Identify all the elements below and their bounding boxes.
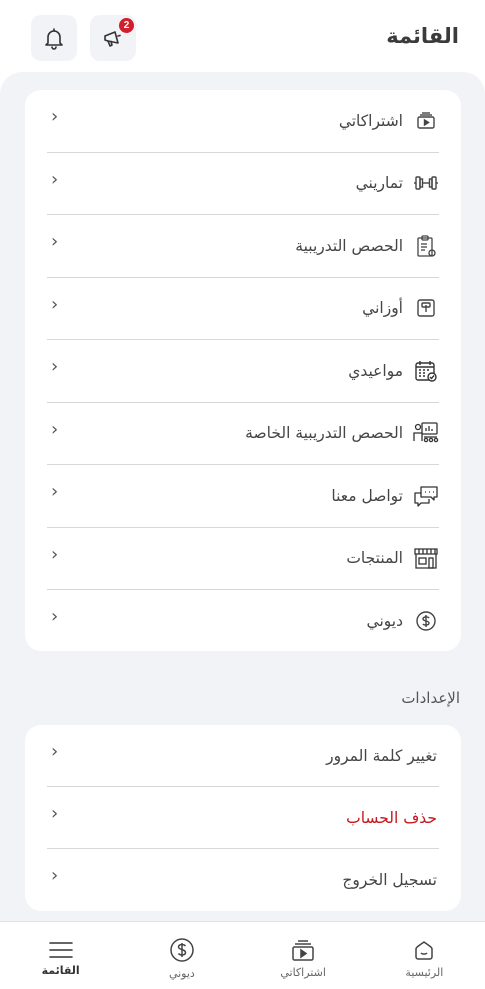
settings-section-title: الإعدادات — [401, 689, 460, 707]
menu-item-products[interactable]: المنتجات ‹ — [47, 528, 439, 590]
menu-item-label: مواعيدي — [348, 361, 403, 380]
menu-item-workouts[interactable]: تماريني ‹ — [47, 153, 439, 215]
announcements-badge: 2 — [119, 18, 134, 33]
chevron-left-icon: ‹ — [51, 803, 59, 824]
menu-item-label: اشتراكاتي — [338, 111, 403, 130]
menu-card: اشتراكاتي ‹ تماريني ‹ الحصص التدريبية ‹ … — [25, 90, 461, 651]
settings-item-change-password[interactable]: تغيير كلمة المرور ‹ — [47, 725, 439, 787]
clipboard-icon — [413, 233, 439, 259]
settings-item-label: تسجيل الخروج — [342, 871, 437, 889]
settings-card: تغيير كلمة المرور ‹ حذف الحساب ‹ تسجيل ا… — [25, 725, 461, 911]
menu-item-label: المنتجات — [346, 549, 403, 568]
content-area: اشتراكاتي ‹ تماريني ‹ الحصص التدريبية ‹ … — [0, 72, 485, 921]
chevron-left-icon: ‹ — [51, 481, 59, 502]
nav-item-debts[interactable]: ديوني — [121, 922, 242, 989]
settings-item-label: تغيير كلمة المرور — [326, 746, 437, 765]
menu-item-label: الحصص التدريبية الخاصة — [245, 424, 403, 443]
chevron-left-icon: ‹ — [51, 741, 59, 762]
chat-icon — [413, 483, 439, 509]
settings-item-delete-account[interactable]: حذف الحساب ‹ — [47, 787, 439, 849]
menu-item-training-classes[interactable]: الحصص التدريبية ‹ — [47, 215, 439, 278]
chevron-left-icon: ‹ — [51, 356, 59, 377]
settings-item-logout[interactable]: تسجيل الخروج ‹ — [47, 849, 439, 911]
chevron-left-icon: ‹ — [51, 231, 59, 252]
menu-item-appointments[interactable]: مواعيدي ‹ — [47, 340, 439, 403]
chevron-left-icon: ‹ — [51, 418, 59, 440]
subscriptions-icon — [413, 108, 439, 134]
menu-item-label: ديوني — [366, 612, 403, 631]
menu-item-label: أوزاني — [362, 299, 403, 318]
dumbbell-icon — [413, 170, 439, 196]
menu-item-label: تواصل معنا — [331, 486, 403, 505]
menu-item-private-classes[interactable]: الحصص التدريبية الخاصة ‹ — [47, 403, 439, 465]
menu-item-subscriptions[interactable]: اشتراكاتي ‹ — [47, 90, 439, 153]
chevron-left-icon: ‹ — [51, 168, 59, 190]
chevron-left-icon: ‹ — [51, 606, 59, 627]
menu-item-contact-us[interactable]: تواصل معنا ‹ — [47, 465, 439, 528]
nav-item-home[interactable]: الرئيسية — [364, 922, 485, 989]
notifications-button[interactable] — [31, 15, 77, 61]
chevron-left-icon: ‹ — [51, 865, 59, 886]
bottom-navigation: القائمة ديوني اشتراكاتي الرئيسية — [0, 921, 485, 989]
app-header: القائمة 2 — [0, 0, 485, 74]
nav-item-subscriptions[interactable]: اشتراكاتي — [243, 922, 364, 989]
settings-item-label: حذف الحساب — [346, 808, 437, 827]
scale-icon — [413, 295, 439, 321]
nav-label: القائمة — [41, 964, 80, 977]
announcements-button[interactable]: 2 — [90, 15, 136, 61]
nav-label: ديوني — [168, 967, 195, 980]
page-title: القائمة — [386, 24, 459, 48]
chevron-left-icon: ‹ — [51, 106, 59, 127]
home-icon — [412, 938, 436, 962]
menu-item-label: الحصص التدريبية — [295, 236, 403, 255]
menu-item-debts[interactable]: ديوني ‹ — [47, 590, 439, 653]
nav-label: اشتراكاتي — [280, 966, 326, 979]
calendar-icon — [413, 358, 439, 384]
dollar-icon — [169, 937, 195, 963]
menu-item-weights[interactable]: أوزاني ‹ — [47, 278, 439, 340]
menu-icon — [48, 940, 74, 960]
nav-label: الرئيسية — [405, 966, 444, 979]
subscriptions-icon — [290, 938, 316, 962]
chevron-left-icon: ‹ — [51, 293, 59, 315]
nav-item-menu[interactable]: القائمة — [0, 922, 121, 989]
store-icon — [413, 545, 439, 571]
menu-item-label: تماريني — [355, 174, 403, 193]
bell-icon — [42, 26, 66, 50]
chevron-left-icon: ‹ — [51, 543, 59, 565]
dollar-icon — [413, 608, 439, 634]
private-class-icon — [413, 420, 439, 446]
